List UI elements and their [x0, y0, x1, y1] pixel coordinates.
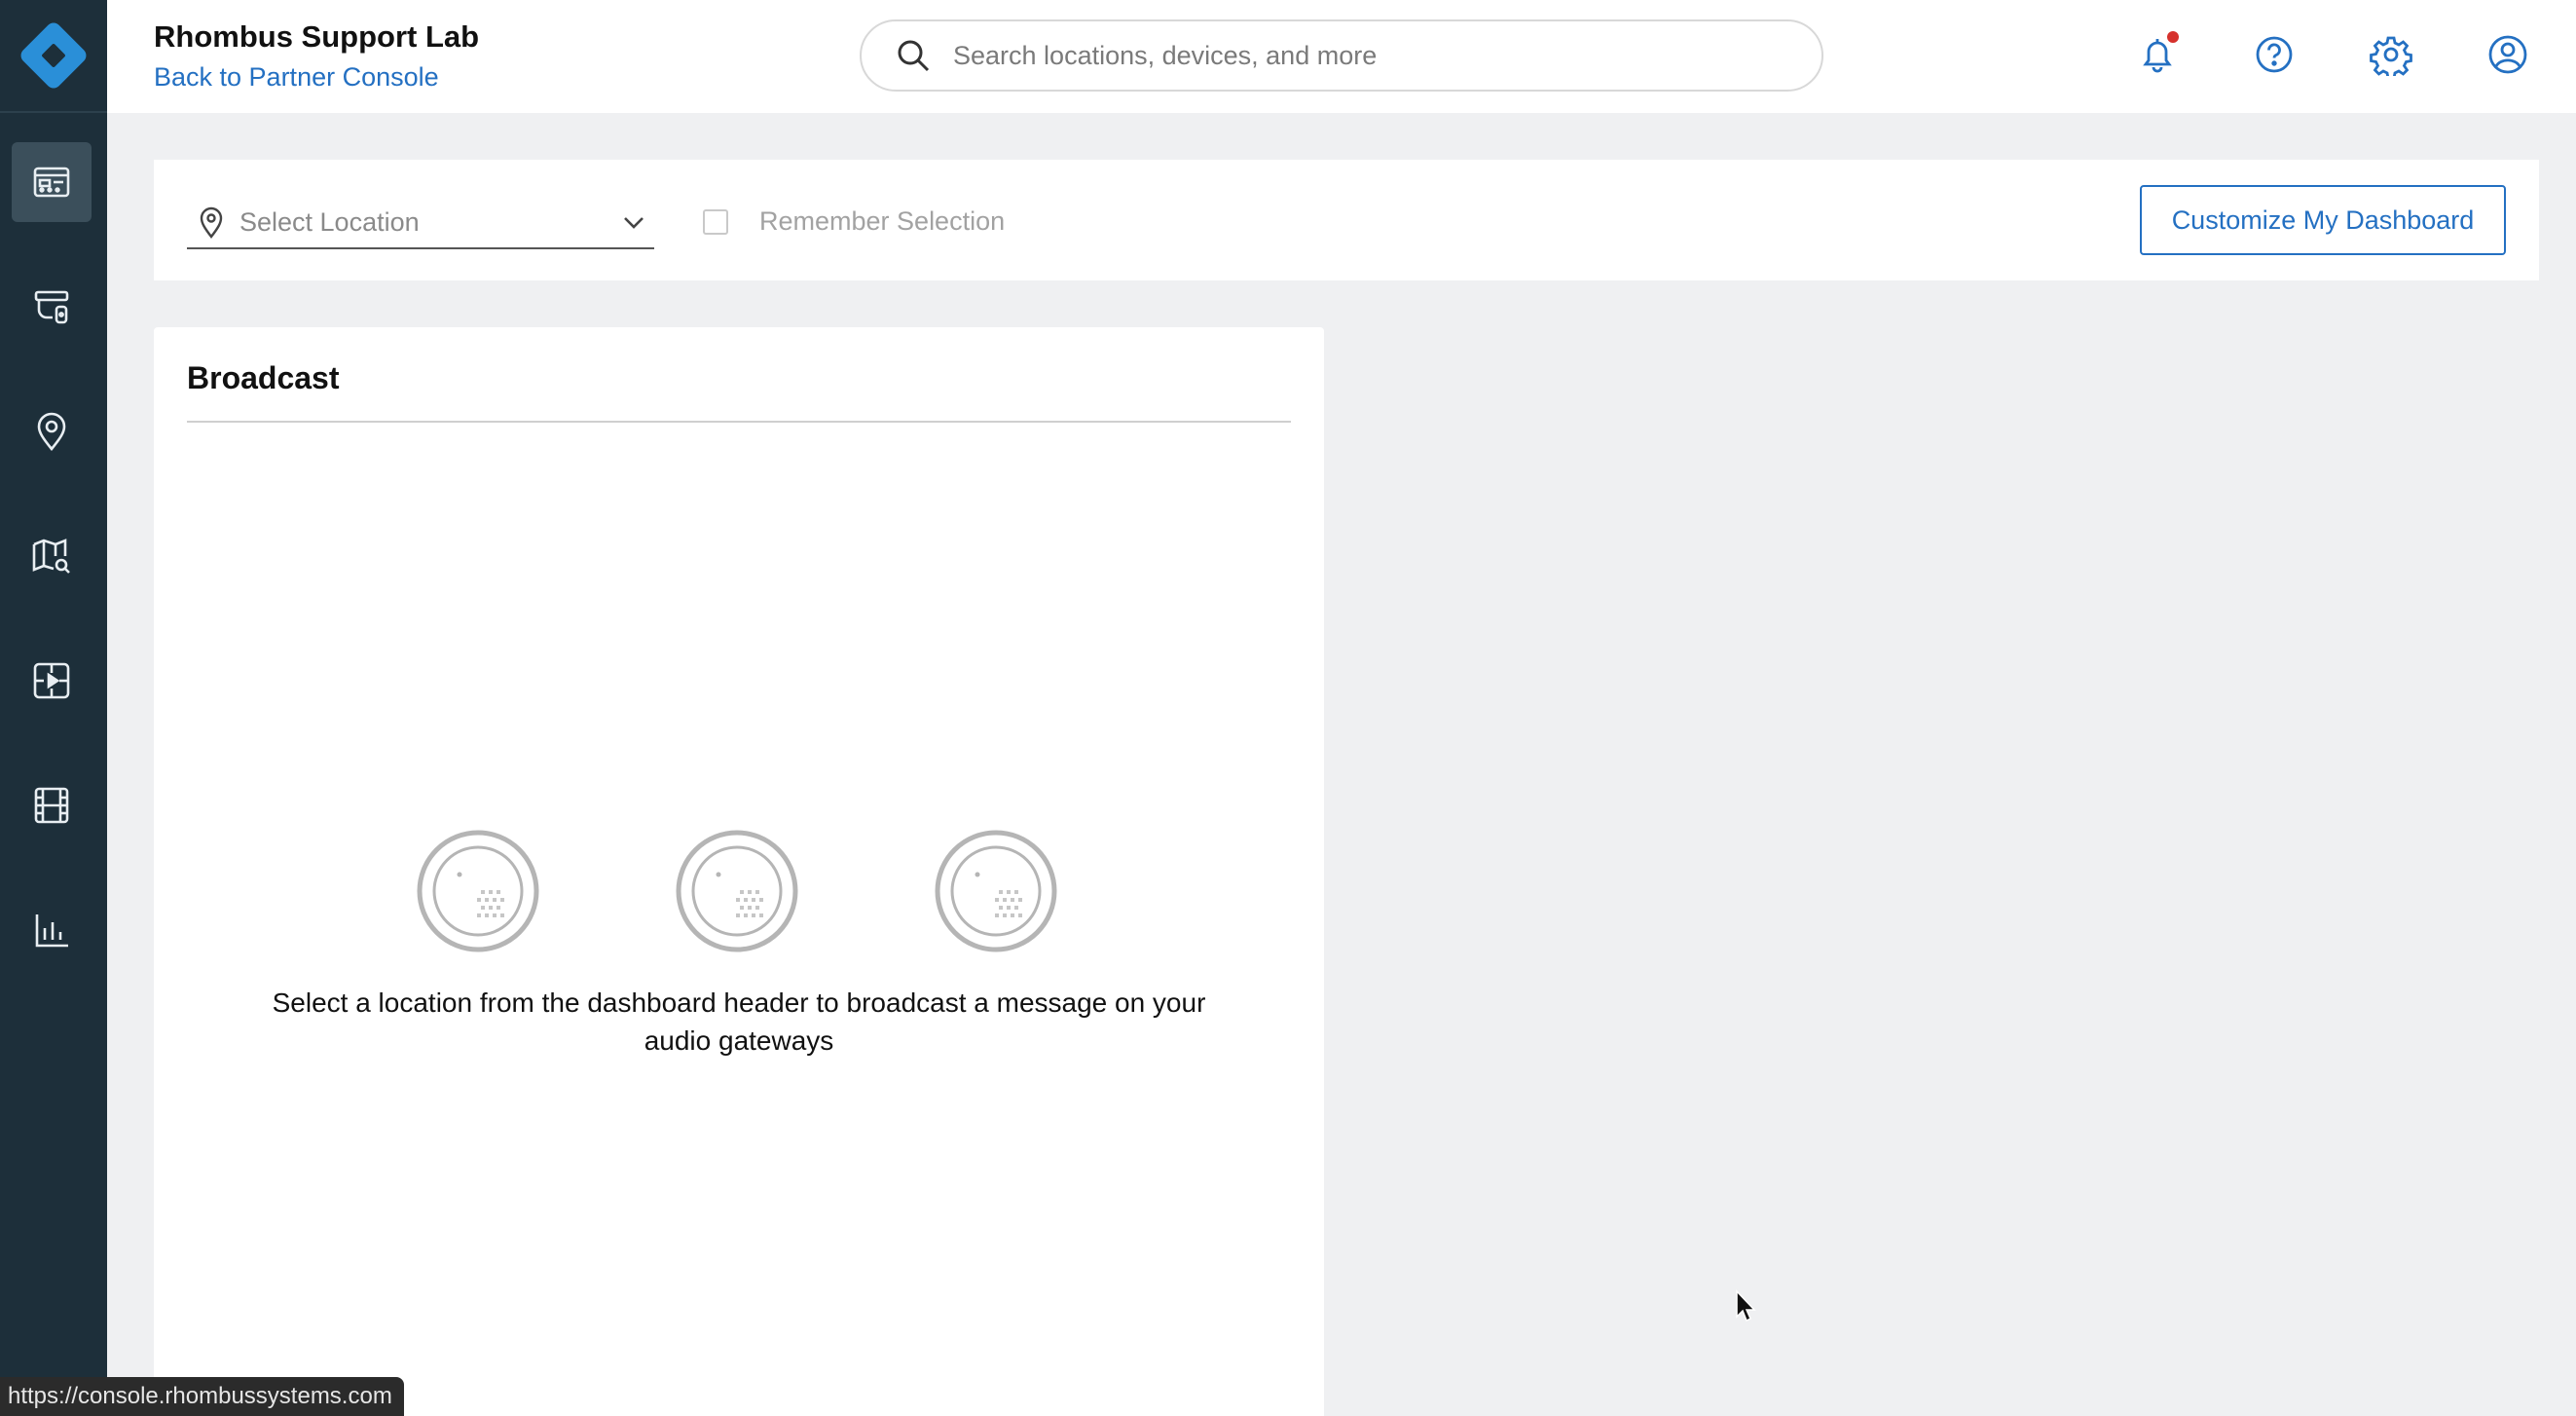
camera-devices-icon [34, 290, 69, 324]
speaker-icon [417, 830, 539, 952]
top-bar: Rhombus Support Lab Back to Partner Cons… [107, 0, 2576, 113]
speaker-icon [935, 830, 1057, 952]
search-icon [898, 40, 930, 72]
map-search-icon [32, 539, 70, 574]
back-to-partner-console-link[interactable]: Back to Partner Console [154, 62, 439, 93]
remember-selection-checkbox[interactable] [703, 208, 728, 235]
global-search[interactable] [860, 19, 1823, 92]
sidebar-item-reports[interactable] [12, 890, 92, 970]
sidebar-item-locations[interactable] [12, 391, 92, 471]
dashboard-icon [33, 167, 70, 198]
notification-badge [2167, 31, 2179, 43]
remember-selection-label: Remember Selection [759, 206, 1006, 236]
logo[interactable] [0, 0, 107, 113]
settings-button[interactable] [2364, 27, 2418, 82]
location-pin-icon [200, 206, 223, 239]
reports-chart-icon [35, 914, 68, 948]
chevron-down-icon [624, 217, 644, 229]
broadcast-empty-message: Select a location from the dashboard hea… [272, 987, 1206, 1056]
user-account-button[interactable] [2481, 27, 2535, 82]
sidebar-item-clips[interactable] [12, 765, 92, 845]
speaker-icon [676, 830, 798, 952]
gear-icon [2370, 36, 2412, 76]
customize-dashboard-button[interactable]: Customize My Dashboard [2140, 185, 2506, 255]
dashboard-filter-bar: Select Location Remember Selection Custo… [154, 160, 2539, 280]
user-avatar-icon [2488, 35, 2527, 74]
search-input[interactable] [951, 39, 1792, 72]
sidebar-item-map[interactable] [12, 516, 92, 596]
divider [187, 421, 1291, 423]
mouse-cursor-icon [1736, 1289, 1756, 1323]
rhombus-logo-icon [18, 19, 90, 92]
broadcast-card: Broadcast Select a location from the das… [154, 327, 1324, 1416]
help-button[interactable] [2247, 27, 2301, 82]
card-title: Broadcast [187, 360, 340, 395]
notifications-button[interactable] [2130, 27, 2185, 82]
speaker-illustration [417, 830, 1063, 952]
location-pin-icon [37, 412, 66, 452]
sidebar-item-video[interactable] [12, 641, 92, 721]
help-icon [2256, 36, 2293, 73]
sidebar-nav [0, 0, 107, 1416]
remember-selection[interactable]: Remember Selection [703, 206, 1005, 237]
location-select[interactable]: Select Location [187, 197, 654, 249]
link-status-bar: https://console.rhombussystems.com [0, 1377, 404, 1416]
sidebar-item-dashboard[interactable] [12, 142, 92, 222]
video-player-icon [33, 662, 70, 699]
location-select-placeholder: Select Location [239, 206, 420, 237]
sidebar-item-devices[interactable] [12, 267, 92, 347]
film-clips-icon [34, 787, 69, 824]
org-name: Rhombus Support Lab [154, 19, 480, 54]
